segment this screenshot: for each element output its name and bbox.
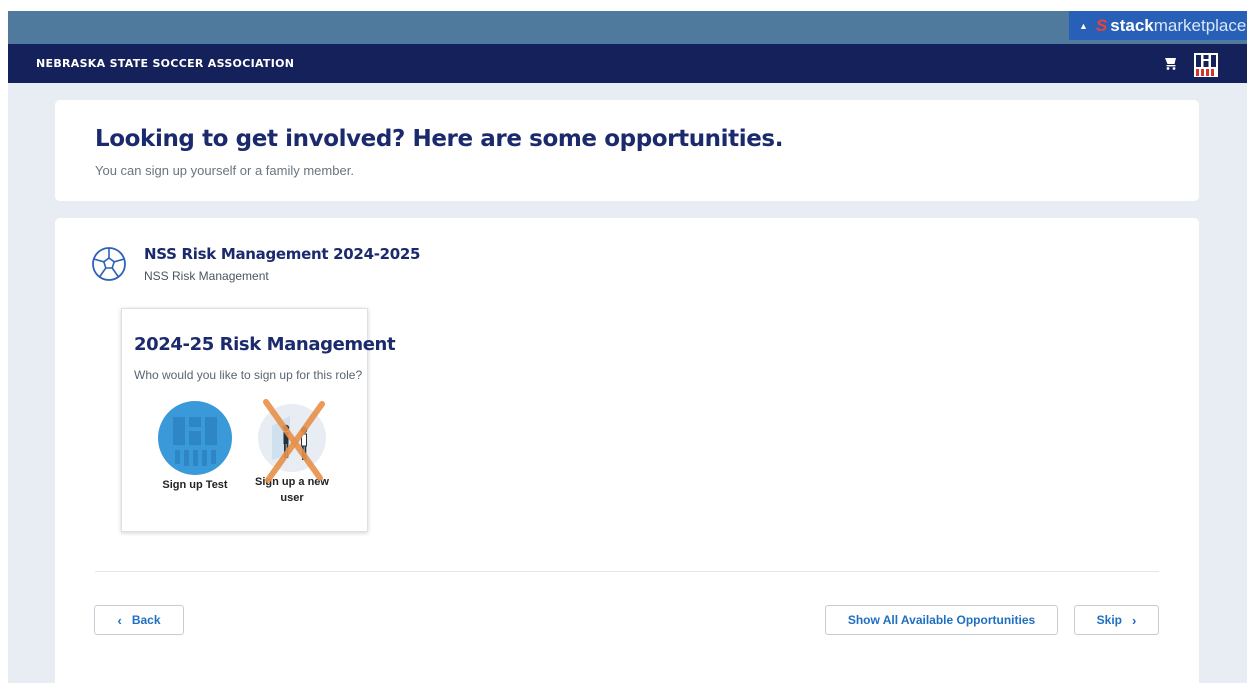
sign-up-self-option[interactable]: Sign up Test [155,401,235,493]
marketplace-brand-bold: stack [1110,15,1154,35]
browser-viewport: ▲ S stack marketplace NEBRASKA STATE SOCC… [8,11,1247,683]
skip-button-label: Skip [1096,613,1122,627]
sign-up-new-user-option[interactable]: Sign up a new user [247,399,337,506]
chevron-right-icon: › [1132,612,1137,628]
stack-logo-icon: S [1095,15,1108,35]
stack-marketplace-link[interactable]: ▲ S stack marketplace [1069,11,1247,40]
divider [95,571,1159,572]
user-avatar-icon [158,401,232,475]
opportunity-title: NSS Risk Management 2024-2025 [144,245,421,263]
nsa-logo-icon[interactable] [1193,52,1219,78]
intro-card: Looking to get involved? Here are some o… [55,100,1199,201]
marketplace-brand-light: marketplace [1153,15,1247,35]
soccer-ball-icon [92,247,126,281]
chevron-left-icon: ‹ [117,612,122,628]
cart-icon[interactable] [1163,55,1179,71]
role-title: 2024-25 Risk Management [134,334,396,355]
show-all-opportunities-button[interactable]: Show All Available Opportunities [825,605,1058,635]
role-card: 2024-25 Risk Management Who would you li… [121,308,396,532]
sign-up-self-label: Sign up Test [162,479,228,491]
role-question: Who would you like to sign up for this r… [134,368,363,382]
opportunities-card: NSS Risk Management 2024-2025 NSS Risk M… [55,218,1199,683]
opportunity-subtitle: NSS Risk Management [144,269,269,283]
page-subtitle: You can sign up yourself or a family mem… [95,163,354,178]
new-user-illustration-icon [258,404,326,472]
site-header: NEBRASKA STATE SOCCER ASSOCIATION [8,44,1247,83]
top-strip: ▲ S stack marketplace [8,11,1247,44]
page-title: Looking to get involved? Here are some o… [95,126,784,152]
triangle-icon: ▲ [1079,20,1088,31]
show-all-button-label: Show All Available Opportunities [847,613,1036,627]
back-button[interactable]: ‹ Back [94,605,184,635]
back-button-label: Back [131,613,161,627]
sign-up-new-user-label: Sign up a new user [255,476,329,504]
org-name[interactable]: NEBRASKA STATE SOCCER ASSOCIATION [36,57,294,70]
skip-button[interactable]: Skip › [1074,605,1159,635]
